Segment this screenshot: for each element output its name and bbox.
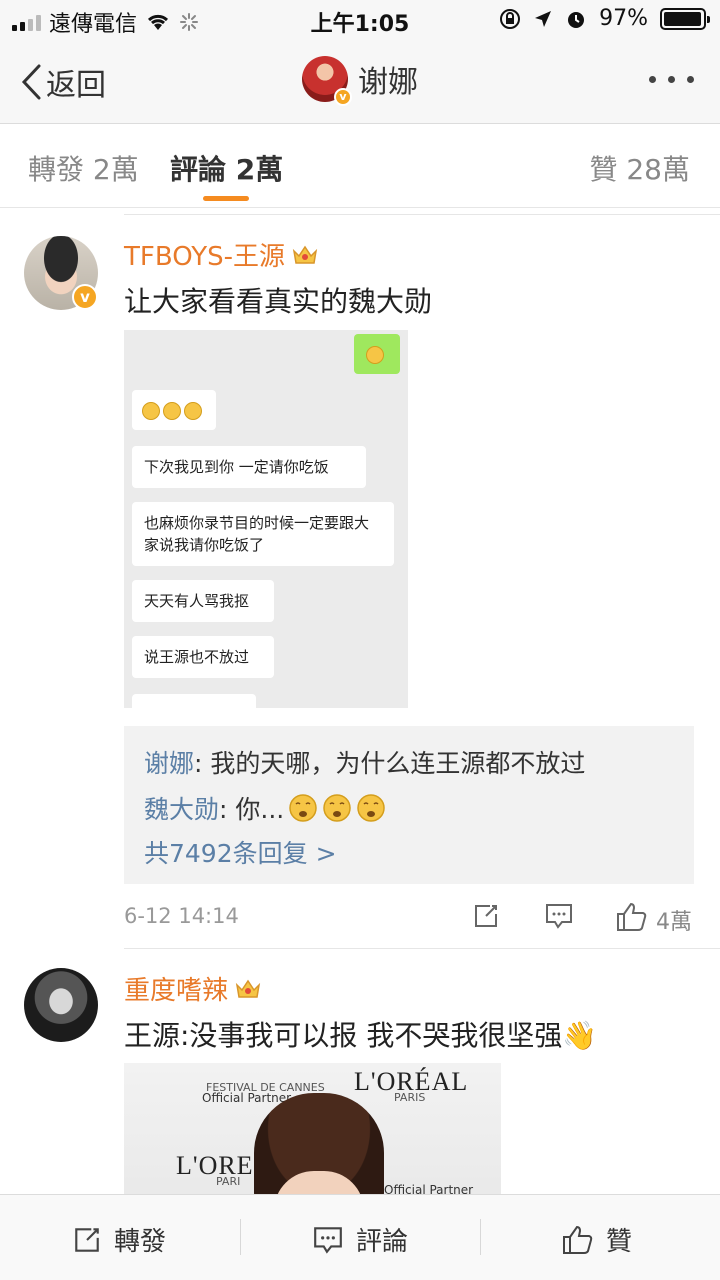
repost-button[interactable]: 轉發 <box>72 1221 166 1258</box>
reply-text: : 我的天哪，为什么连王源都不放过 <box>194 749 586 778</box>
nav-user[interactable]: v 谢娜 <box>302 56 418 106</box>
back-label: 返回 <box>46 68 106 103</box>
battery-percent: 97% <box>599 6 648 31</box>
like-button[interactable]: 贊 <box>562 1221 632 1258</box>
chat-bubble-partial <box>132 694 256 708</box>
comment-username-text: TFBOYS-王源 <box>124 242 286 272</box>
crying-face-icon <box>323 794 351 822</box>
share-icon <box>75 1227 99 1252</box>
comment-time: 6-12 14:14 <box>124 904 239 928</box>
emoji-icon <box>184 401 202 420</box>
reply-item: 魏大勋: 你... <box>144 790 386 826</box>
chat-bubble-emoji <box>354 334 400 374</box>
comment-image[interactable]: 下次我见到你 一定请你吃饭 也麻烦你录节目的时候一定要跟大家说我请你吃饭了 天天… <box>124 330 408 708</box>
comment-icon[interactable] <box>544 902 574 930</box>
avatar[interactable] <box>24 968 98 1042</box>
comment-username-text: 重度嗜辣 <box>124 976 229 1006</box>
reply-box[interactable]: 谢娜: 我的天哪，为什么连王源都不放过 魏大勋: 你... 共7492条回复 > <box>124 726 694 884</box>
photo-logo-sub: PARIS <box>394 1091 426 1104</box>
reply-author[interactable]: 谢娜 <box>144 749 194 778</box>
crown-icon <box>292 245 318 264</box>
comment-label: 評論 <box>356 1227 409 1257</box>
chat-bubble: 下次我见到你 一定请你吃饭 <box>132 446 366 488</box>
comment-text: 王源:没事我可以报 我不哭我很坚强👋 <box>124 1019 598 1052</box>
emoji-icon <box>163 401 181 420</box>
chat-bubble: 说王源也不放过 <box>132 636 274 678</box>
tab-repost[interactable]: 轉發 2萬 <box>28 148 139 188</box>
emoji-icon <box>142 401 160 420</box>
reply-author[interactable]: 魏大勋 <box>144 790 219 826</box>
chat-bubble: 也麻烦你录节目的时候一定要跟大家说我请你吃饭了 <box>132 502 394 566</box>
divider <box>240 1219 241 1255</box>
crown-icon <box>235 979 261 998</box>
like-icon[interactable] <box>616 902 648 932</box>
divider <box>124 214 720 215</box>
tab-bar: 轉發 2萬 評論 2萬 贊 28萬 <box>0 124 720 208</box>
verified-badge-icon: v <box>72 284 98 310</box>
alarm-icon <box>568 11 585 28</box>
emoji-icon <box>366 345 384 364</box>
like-label: 贊 <box>606 1227 633 1257</box>
status-bar: 遠傳電信 上午1:05 97% <box>0 0 720 40</box>
share-icon[interactable] <box>472 902 500 930</box>
active-tab-indicator <box>203 196 249 201</box>
location-icon <box>535 10 552 27</box>
photo-logo-sub-2: PARI <box>216 1175 241 1188</box>
repost-label: 轉發 <box>114 1227 167 1257</box>
crying-face-icon <box>357 794 385 822</box>
comment-text: 让大家看看真实的魏大勋 <box>124 285 433 318</box>
lock-rotation-icon <box>500 8 521 29</box>
tab-like[interactable]: 贊 28萬 <box>589 148 690 188</box>
reply-item: 谢娜: 我的天哪，为什么连王源都不放过 <box>144 744 585 780</box>
reply-text: : 你... <box>219 795 285 824</box>
battery-icon <box>660 7 710 30</box>
more-button[interactable] <box>649 76 694 83</box>
chevron-left-icon <box>21 64 41 100</box>
comment-username[interactable]: 重度嗜辣 <box>124 970 262 1007</box>
page-title: 谢娜 <box>358 65 418 100</box>
more-replies-link[interactable]: 共7492条回复 > <box>144 834 337 870</box>
comment-image[interactable]: FESTIVAL DE CANNES Official Partner L'OR… <box>124 1063 501 1203</box>
nav-bar: 返回 v 谢娜 <box>0 40 720 124</box>
comment-meta: 6-12 14:14 4萬 <box>124 902 694 935</box>
divider <box>124 948 720 949</box>
comment-button[interactable]: 評論 <box>312 1221 408 1258</box>
like-icon <box>563 1225 593 1254</box>
photo-logo-text-2: L'ORE <box>176 1151 254 1180</box>
battery-fill <box>664 11 701 26</box>
tab-comment[interactable]: 評論 2萬 <box>170 148 283 188</box>
divider <box>480 1219 481 1255</box>
photo-partner-text: Official Partner <box>202 1091 292 1105</box>
chat-bubble: 天天有人骂我抠 <box>132 580 274 622</box>
crying-face-icon <box>289 794 317 822</box>
back-button[interactable]: 返回 <box>20 60 106 104</box>
comment-username[interactable]: TFBOYS-王源 <box>124 236 319 273</box>
avatar[interactable]: v <box>302 56 352 106</box>
chat-bubble-emoji <box>132 390 216 430</box>
like-count: 4萬 <box>656 910 692 935</box>
comment-icon <box>314 1226 342 1254</box>
verified-badge-icon: v <box>334 88 352 106</box>
bottom-action-bar: 轉發 評論 贊 <box>0 1194 720 1280</box>
